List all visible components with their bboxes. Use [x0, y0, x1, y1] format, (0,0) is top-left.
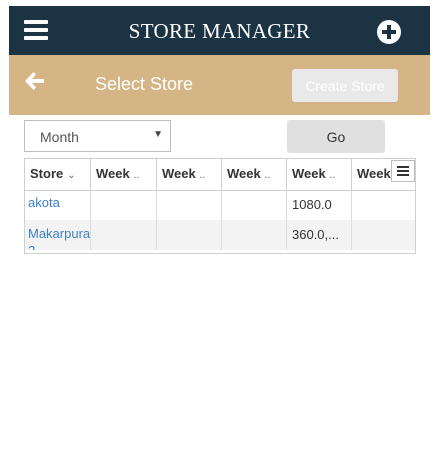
sub-header: Select Store Create Store: [9, 55, 430, 115]
table-cell: [352, 220, 415, 250]
app-title: STORE MANAGER: [128, 19, 311, 43]
column-options-icon: ..: [264, 169, 271, 181]
back-arrow-icon[interactable]: [23, 69, 47, 93]
column-header-week[interactable]: Week ..: [91, 159, 157, 190]
table-cell: [91, 220, 157, 250]
app-frame: STORE MANAGER Select Store Create Store …: [9, 6, 430, 451]
main-content: Month ▼ Go Store ⌄ Week .. Week .. Week .…: [9, 115, 430, 451]
table-cell: [157, 220, 222, 250]
table-row[interactable]: akota 1080.0: [25, 190, 415, 220]
table-row[interactable]: Makarpura 2 360.0,...: [25, 220, 415, 250]
table-cell: [222, 220, 287, 250]
page-title: Select Store: [95, 74, 194, 94]
column-header-label: Store: [30, 166, 64, 181]
create-store-button[interactable]: Create Store: [292, 69, 398, 102]
top-bar: STORE MANAGER: [9, 6, 430, 55]
table-cell: [157, 190, 222, 220]
column-header-week[interactable]: Week ..: [287, 159, 352, 190]
column-header-label: Week: [227, 166, 261, 181]
column-options-icon: ..: [199, 169, 206, 181]
table-cell: [91, 190, 157, 220]
table-cell: [352, 190, 415, 220]
table-cell: [222, 190, 287, 220]
sort-chevron-icon: ⌄: [67, 170, 76, 181]
column-header-label: Week: [292, 166, 326, 181]
dropdown-caret-icon: ▼: [153, 129, 163, 140]
column-header-label: Week: [357, 166, 391, 181]
grid-header: Store ⌄ Week .. Week .. Week .. Week .. W…: [25, 159, 415, 191]
add-icon[interactable]: [377, 20, 401, 44]
column-options-icon: ..: [133, 169, 140, 181]
store-grid: Store ⌄ Week .. Week .. Week .. Week .. W…: [24, 158, 416, 254]
store-link[interactable]: Makarpura 2: [25, 220, 91, 250]
go-button[interactable]: Go: [287, 120, 385, 153]
column-header-label: Week: [162, 166, 196, 181]
store-link[interactable]: akota: [25, 190, 91, 220]
column-header-week[interactable]: Week ..: [222, 159, 287, 190]
column-options-icon: ..: [329, 169, 336, 181]
column-menu-icon[interactable]: [391, 160, 415, 182]
column-header-week[interactable]: Week ..: [157, 159, 222, 190]
period-select[interactable]: Month ▼: [24, 120, 171, 152]
column-header-label: Week: [96, 166, 130, 181]
table-cell: 360.0,...: [287, 220, 352, 250]
column-header-store[interactable]: Store ⌄: [25, 159, 91, 190]
table-cell: 1080.0: [287, 190, 352, 220]
period-select-value: Month: [40, 129, 79, 145]
